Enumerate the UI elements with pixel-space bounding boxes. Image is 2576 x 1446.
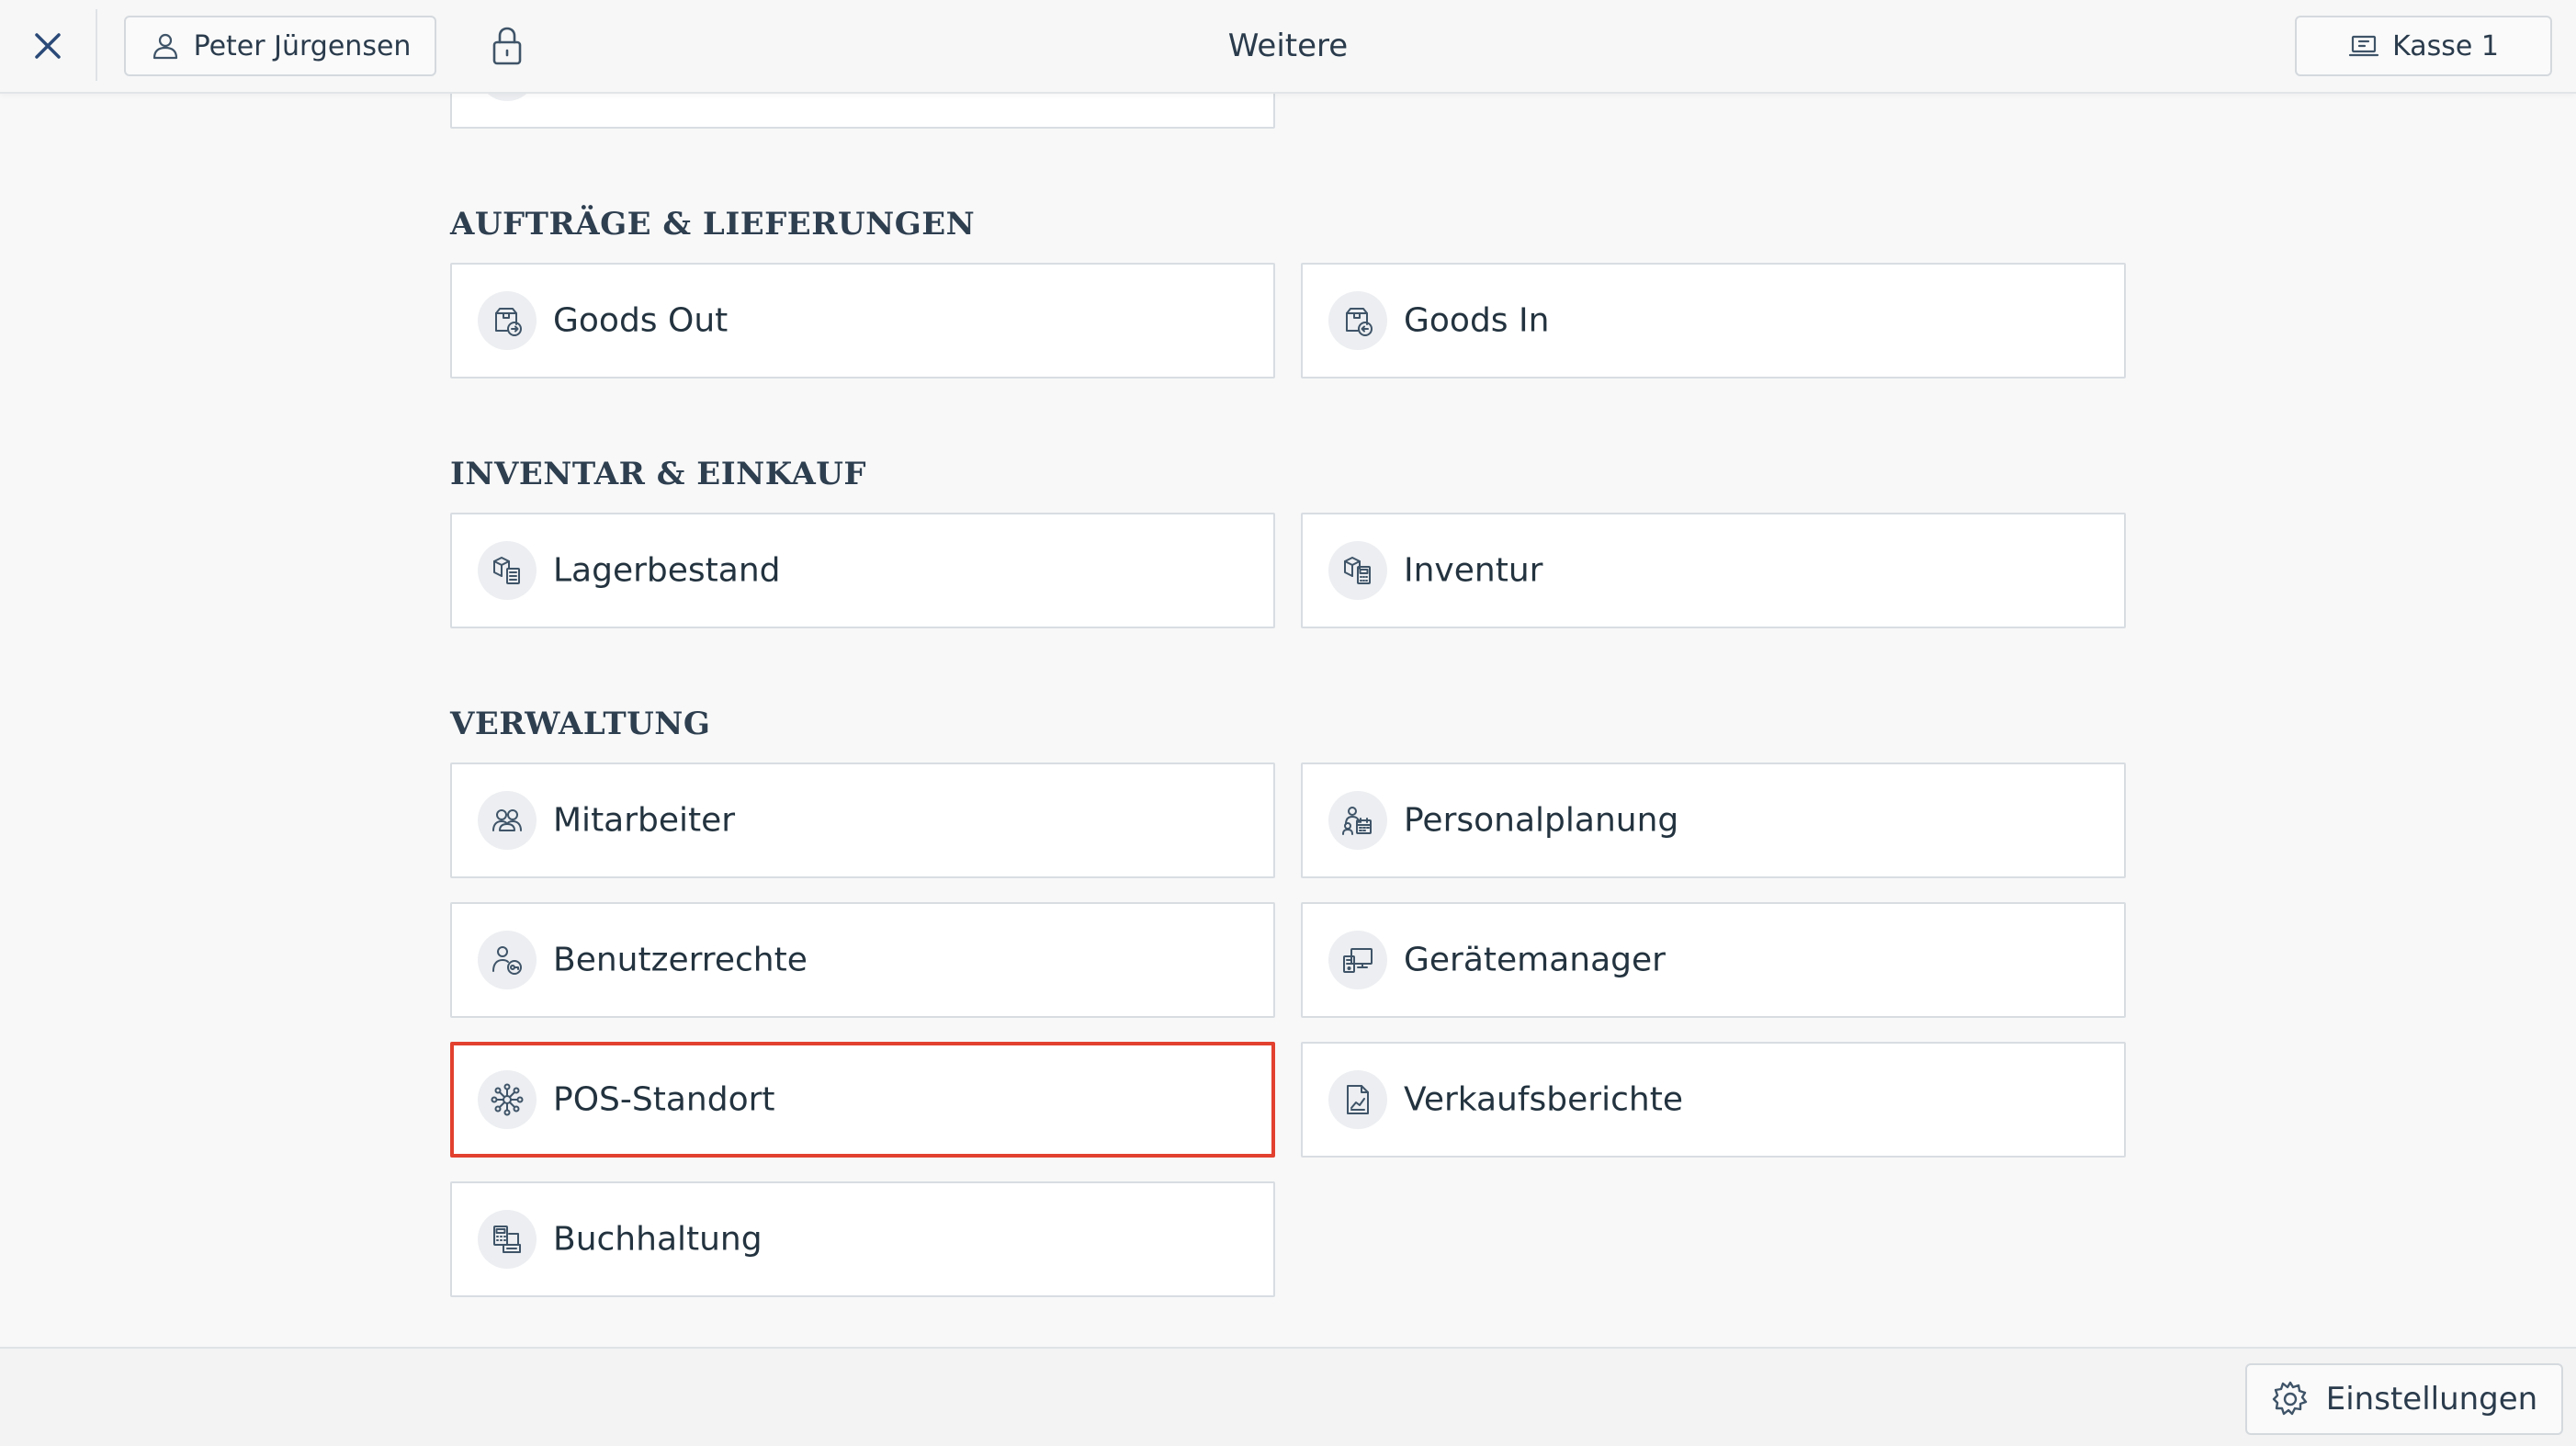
user-rights-icon xyxy=(478,931,537,989)
settings-button[interactable]: Einstellungen xyxy=(2245,1363,2563,1435)
section-heading-administration: VERWALTUNG xyxy=(450,706,711,742)
sales-reports-icon xyxy=(1328,1070,1387,1129)
close-icon xyxy=(35,33,61,59)
tile-accounting-label: Buchhaltung xyxy=(553,1220,763,1259)
tile-pos-location-label: POS-Standort xyxy=(553,1080,775,1119)
close-button[interactable] xyxy=(17,13,79,79)
tile-staff-planning-label: Personalplanung xyxy=(1404,801,1679,840)
register-label: Kasse 1 xyxy=(2392,29,2499,62)
section-heading-orders: AUFTRÄGE & LIEFERUNGEN xyxy=(450,206,976,243)
tile-pos-location[interactable]: POS-Standort xyxy=(450,1042,1275,1158)
tile-goods-out[interactable]: Goods Out xyxy=(450,263,1275,378)
lock-button[interactable] xyxy=(485,18,529,73)
tile-goods-out-label: Goods Out xyxy=(553,301,729,340)
tile-staff-planning[interactable]: Personalplanung xyxy=(1301,763,2126,878)
tile-sales-reports-label: Verkaufsberichte xyxy=(1404,1080,1683,1119)
bottom-bar: Einstellungen xyxy=(0,1347,2576,1446)
tile-stock[interactable]: Lagerbestand xyxy=(450,513,1275,628)
user-icon xyxy=(153,33,177,60)
settings-label: Einstellungen xyxy=(2325,1381,2538,1418)
user-name: Peter Jürgensen xyxy=(193,29,412,62)
tile-user-rights[interactable]: Benutzerrechte xyxy=(450,902,1275,1018)
tile-inventory-label: Inventur xyxy=(1404,551,1543,590)
section-heading-inventory: INVENTAR & EINKAUF xyxy=(450,456,867,492)
tile-accounting[interactable]: Buchhaltung xyxy=(450,1181,1275,1297)
staff-planning-icon xyxy=(1328,791,1387,850)
main-content: AUFTRÄGE & LIEFERUNGEN Goods Out Goods I… xyxy=(0,0,2576,1347)
tile-user-rights-label: Benutzerrechte xyxy=(553,941,808,979)
employees-icon xyxy=(478,791,537,850)
tile-device-manager[interactable]: Gerätemanager xyxy=(1301,902,2126,1018)
register-button[interactable]: Kasse 1 xyxy=(2295,16,2552,76)
gear-icon xyxy=(2272,1381,2307,1416)
pos-location-icon xyxy=(478,1070,537,1129)
tile-goods-in-label: Goods In xyxy=(1404,301,1550,340)
goods-in-icon xyxy=(1328,291,1387,350)
top-bar: Peter Jürgensen Weitere Kasse 1 xyxy=(0,0,2576,94)
tile-employees[interactable]: Mitarbeiter xyxy=(450,763,1275,878)
register-icon xyxy=(2348,35,2379,57)
user-button[interactable]: Peter Jürgensen xyxy=(124,16,436,76)
inventory-icon xyxy=(1328,541,1387,600)
goods-out-icon xyxy=(478,291,537,350)
accounting-icon xyxy=(478,1210,537,1269)
tile-device-manager-label: Gerätemanager xyxy=(1404,941,1666,979)
tile-inventory[interactable]: Inventur xyxy=(1301,513,2126,628)
tile-employees-label: Mitarbeiter xyxy=(553,801,736,840)
stock-icon xyxy=(478,541,537,600)
device-manager-icon xyxy=(1328,931,1387,989)
tile-stock-label: Lagerbestand xyxy=(553,551,781,590)
tile-sales-reports[interactable]: Verkaufsberichte xyxy=(1301,1042,2126,1158)
page-title: Weitere xyxy=(1227,28,1349,64)
tile-goods-in[interactable]: Goods In xyxy=(1301,263,2126,378)
header-divider xyxy=(96,9,97,81)
lock-icon xyxy=(492,27,522,65)
